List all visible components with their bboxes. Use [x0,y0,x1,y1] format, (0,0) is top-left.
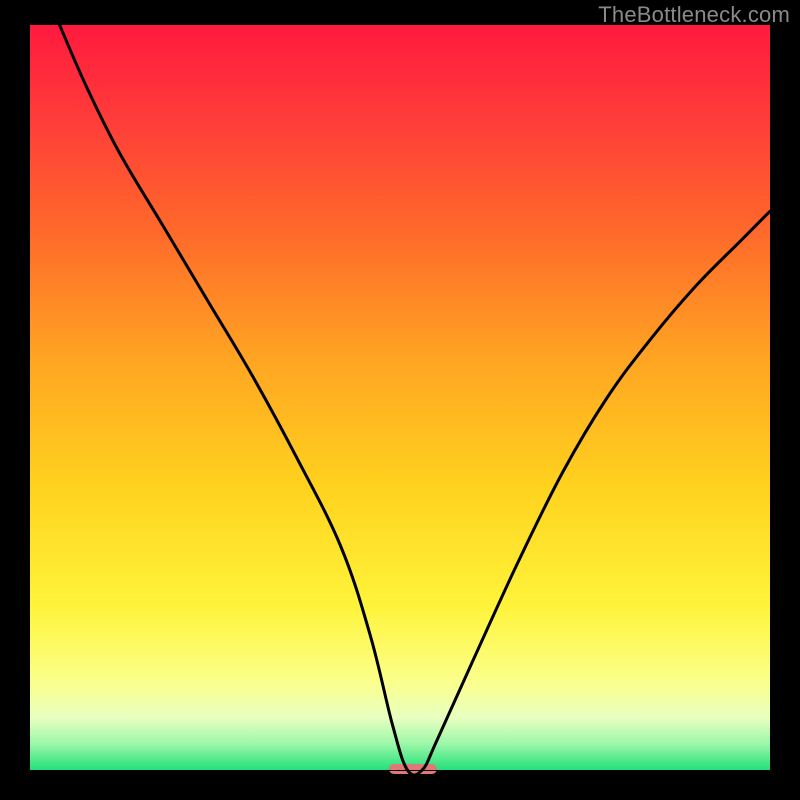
bottleneck-chart [0,0,800,800]
watermark-text: TheBottleneck.com [598,2,790,28]
chart-frame: TheBottleneck.com [0,0,800,800]
plot-background [30,25,770,770]
optimal-range-marker [389,764,437,774]
